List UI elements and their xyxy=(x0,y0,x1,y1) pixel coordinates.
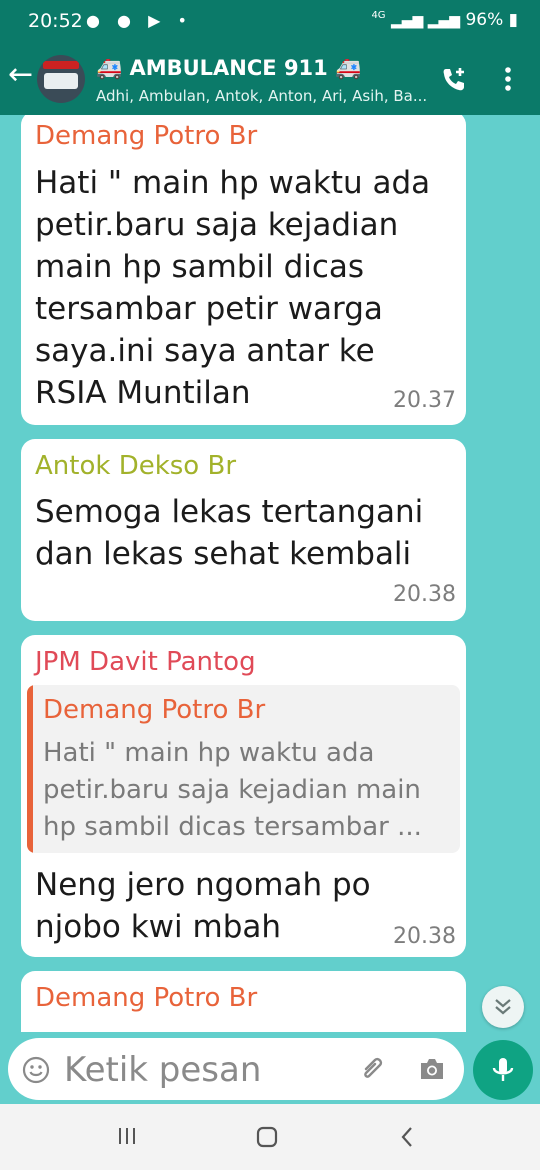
message-input[interactable]: Ketik pesan xyxy=(64,1050,261,1090)
message-text: Neng jero ngomah po njobo kwi mbah xyxy=(35,867,371,945)
group-members-subtitle[interactable]: Adhi, Ambulan, Antok, Anton, Ari, Asih, … xyxy=(96,87,436,105)
quoted-text: Hati " main hp waktu ada petir.baru saja… xyxy=(43,738,422,842)
battery-percent: 96% xyxy=(465,10,504,30)
quoted-message[interactable]: Demang Potro Br Hati " main hp waktu ada… xyxy=(27,685,460,853)
message-text: Hati " main hp waktu ada petir.baru saja… xyxy=(35,165,431,411)
message-sender[interactable]: Demang Potro Br xyxy=(35,121,257,151)
double-chevron-down-icon xyxy=(495,999,511,1015)
app-bar: ← 🚑 AMBULANCE 911 🚑 Adhi, Ambulan, Antok… xyxy=(0,42,540,115)
network-label: 4G xyxy=(371,10,386,21)
attach-icon[interactable] xyxy=(358,1054,388,1088)
message-time: 20.38 xyxy=(393,924,456,949)
message-sender[interactable]: JPM Davit Pantog xyxy=(35,647,256,677)
avatar-ambulance-graphic xyxy=(44,73,78,89)
quote-bar xyxy=(27,685,33,853)
message-bubble[interactable]: JPM Davit Pantog Demang Potro Br Hati " … xyxy=(21,635,466,957)
message-time: 20.37 xyxy=(393,388,456,413)
message-bubble[interactable]: Demang Potro Br Hati " main hp waktu ada… xyxy=(21,115,466,425)
message-sender[interactable]: Antok Dekso Br xyxy=(35,451,236,481)
chat-area[interactable]: Demang Potro Br Hati " main hp waktu ada… xyxy=(0,115,540,1032)
status-right: 4G ▂▄▆ ▂▄▆ 96% ▮ xyxy=(371,10,518,30)
camera-icon[interactable] xyxy=(418,1056,446,1086)
scroll-to-bottom-button[interactable] xyxy=(482,986,524,1028)
recent-apps-icon[interactable] xyxy=(117,1126,137,1150)
status-notification-icons: ● ● ▶ • xyxy=(86,11,193,30)
signal-icon: ▂▄▆ ▂▄▆ xyxy=(390,13,461,29)
more-options-icon[interactable] xyxy=(503,66,513,96)
microphone-icon xyxy=(492,1058,514,1081)
avatar-sign-graphic xyxy=(43,61,79,69)
message-sender[interactable]: Demang Potro Br xyxy=(35,983,257,1013)
android-nav-bar xyxy=(0,1104,540,1170)
message-text: Semoga lekas tertangani dan lekas sehat … xyxy=(35,494,424,572)
message-bubble[interactable]: Demang Potro Br xyxy=(21,971,466,1032)
message-bubble[interactable]: Antok Dekso Br Semoga lekas tertangani d… xyxy=(21,439,466,621)
group-title[interactable]: 🚑 AMBULANCE 911 🚑 xyxy=(96,56,361,81)
group-avatar[interactable] xyxy=(37,55,85,103)
status-time: 20:52 xyxy=(28,10,83,32)
status-bar: 20:52 ● ● ▶ • 4G ▂▄▆ ▂▄▆ 96% ▮ xyxy=(0,0,540,42)
add-call-icon[interactable] xyxy=(440,66,468,98)
voice-record-button[interactable] xyxy=(473,1040,533,1100)
quoted-sender: Demang Potro Br xyxy=(43,695,266,725)
back-arrow-icon[interactable]: ← xyxy=(8,60,33,90)
back-nav-icon[interactable] xyxy=(399,1126,415,1152)
battery-icon: ▮ xyxy=(508,10,518,30)
message-time: 20.38 xyxy=(393,582,456,607)
home-icon[interactable] xyxy=(256,1126,278,1152)
emoji-icon[interactable] xyxy=(22,1056,50,1088)
message-input-bar[interactable]: Ketik pesan xyxy=(8,1038,464,1100)
